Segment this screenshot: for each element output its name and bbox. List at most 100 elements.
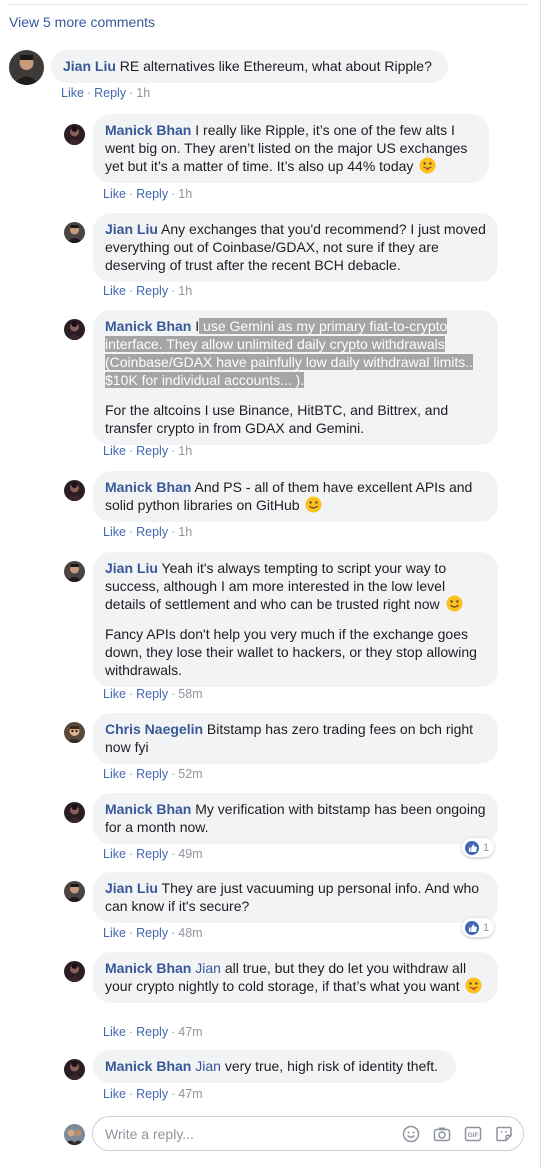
reply-link[interactable]: Reply	[136, 926, 168, 940]
comment-bubble: Jian Liu RE alternatives like Ethereum, …	[51, 50, 448, 83]
comment-timestamp[interactable]: 47m	[178, 1087, 202, 1101]
comment-actions: Like · Reply · 1h	[103, 525, 193, 539]
reaction-count: 1	[483, 842, 490, 854]
avatar[interactable]	[64, 802, 85, 823]
reply-link[interactable]: Reply	[136, 687, 168, 701]
avatar[interactable]	[64, 722, 85, 743]
comment-author[interactable]: Chris Naegelin	[105, 721, 203, 737]
like-link[interactable]: Like	[103, 1087, 126, 1101]
comment-author[interactable]: Jian Liu	[105, 880, 158, 896]
avatar[interactable]	[64, 222, 85, 243]
like-link[interactable]: Like	[103, 444, 126, 458]
comment-timestamp[interactable]: 1h	[178, 444, 192, 458]
reaction-count-badge[interactable]: 1	[462, 918, 495, 937]
like-thumb-icon	[465, 841, 479, 855]
comment-bubble: Jian Liu Yeah it's always tempting to sc…	[93, 552, 498, 687]
tongue-out-emoji-icon	[419, 157, 436, 174]
mention-link[interactable]: Jian	[195, 960, 221, 976]
comment-author[interactable]: Manick Bhan	[105, 1058, 191, 1074]
sticker-icon[interactable]	[495, 1125, 513, 1143]
comment-text: very true, high risk of identity theft.	[224, 1058, 439, 1074]
comment-bubble: Manick Bhan Jian very true, high risk of…	[93, 1050, 456, 1083]
like-link[interactable]: Like	[103, 767, 126, 781]
comment-actions: Like · Reply · 47m	[103, 1087, 203, 1101]
divider	[9, 4, 529, 5]
comment-bubble: Jian Liu Any exchanges that you'd recomm…	[93, 213, 498, 282]
current-user-avatar	[64, 1124, 85, 1145]
comment-timestamp[interactable]: 49m	[178, 847, 202, 861]
comment-author[interactable]: Manick Bhan	[105, 801, 191, 817]
comment-timestamp[interactable]: 1h	[178, 284, 192, 298]
camera-icon[interactable]	[433, 1125, 451, 1143]
comment-actions: Like · Reply · 1h	[103, 284, 193, 298]
comment-actions: Like · Reply · 1h	[103, 444, 193, 458]
gif-icon[interactable]: GIF	[464, 1125, 482, 1143]
comment-actions: Like · Reply · 47m	[103, 1025, 203, 1039]
reply-link[interactable]: Reply	[136, 847, 168, 861]
reply-link[interactable]: Reply	[136, 187, 168, 201]
comment-bubble: Manick Bhan Jian all true, but they do l…	[93, 952, 498, 1003]
comment-text: Fancy APIs don't help you very much if t…	[105, 626, 477, 678]
like-link[interactable]: Like	[103, 187, 126, 201]
comment-actions: Like · Reply · 58m	[103, 687, 203, 701]
comment-timestamp[interactable]: 48m	[178, 926, 202, 940]
avatar[interactable]	[64, 561, 85, 582]
comment-timestamp[interactable]: 1h	[178, 525, 192, 539]
comment-text: For the altcoins I use Binance, HitBTC, …	[105, 402, 449, 436]
view-more-comments-link[interactable]: View 5 more comments	[9, 14, 155, 30]
comment-text: Any exchanges that you'd recommend? I ju…	[105, 221, 486, 273]
comment-actions: Like · Reply · 48m	[103, 926, 203, 940]
reply-link[interactable]: Reply	[136, 1025, 168, 1039]
like-link[interactable]: Like	[103, 687, 126, 701]
comment-actions: Like · Reply · 52m	[103, 767, 203, 781]
like-link[interactable]: Like	[103, 926, 126, 940]
mention-link[interactable]: Jian	[195, 1058, 221, 1074]
comment-author[interactable]: Manick Bhan	[105, 479, 191, 495]
avatar[interactable]	[64, 480, 85, 501]
like-link[interactable]: Like	[103, 525, 126, 539]
avatar[interactable]	[64, 1059, 85, 1080]
avatar[interactable]	[64, 319, 85, 340]
avatar[interactable]	[64, 961, 85, 982]
comment-author[interactable]: Jian Liu	[63, 58, 116, 74]
reply-link[interactable]: Reply	[94, 86, 126, 100]
reaction-count: 1	[483, 922, 490, 934]
like-link[interactable]: Like	[103, 284, 126, 298]
tongue-out-emoji-icon	[465, 977, 482, 994]
reply-link[interactable]: Reply	[136, 284, 168, 298]
comment-author[interactable]: Jian Liu	[105, 221, 158, 237]
panel-border	[540, 0, 541, 1167]
comment-author[interactable]: Manick Bhan	[105, 318, 191, 334]
comment-bubble: Chris Naegelin Bitstamp has zero trading…	[93, 713, 498, 764]
comment-author[interactable]: Manick Bhan	[105, 122, 191, 138]
comment-author[interactable]: Manick Bhan	[105, 960, 191, 976]
comment-bubble: Manick Bhan And PS - all of them have ex…	[93, 471, 498, 522]
reaction-count-badge[interactable]: 1	[462, 838, 495, 857]
comment-bubble: Manick Bhan My verification with bitstam…	[93, 793, 498, 844]
emoji-icon[interactable]	[402, 1125, 420, 1143]
comment-timestamp[interactable]: 1h	[178, 187, 192, 201]
comment-bubble: Manick Bhan I really like Ripple, it’s o…	[93, 114, 489, 183]
avatar[interactable]	[64, 881, 85, 902]
comment-timestamp[interactable]: 52m	[178, 767, 202, 781]
reply-link[interactable]: Reply	[136, 767, 168, 781]
comment-bubble: Manick Bhan I use Gemini as my primary f…	[93, 310, 498, 445]
like-link[interactable]: Like	[103, 847, 126, 861]
comment-author[interactable]: Jian Liu	[105, 560, 158, 576]
comment-bubble: Jian Liu They are just vacuuming up pers…	[93, 872, 498, 923]
reply-link[interactable]: Reply	[136, 1087, 168, 1101]
smile-emoji-icon	[446, 595, 463, 612]
comment-timestamp[interactable]: 1h	[136, 86, 150, 100]
comment-timestamp[interactable]: 47m	[178, 1025, 202, 1039]
avatar[interactable]	[64, 124, 85, 145]
composer-toolbar: GIF	[402, 1125, 513, 1143]
like-link[interactable]: Like	[61, 86, 84, 100]
comment-timestamp[interactable]: 58m	[178, 687, 202, 701]
like-link[interactable]: Like	[103, 1025, 126, 1039]
reply-link[interactable]: Reply	[136, 525, 168, 539]
comment-text: RE alternatives like Ethereum, what abou…	[119, 58, 432, 74]
avatar[interactable]	[9, 50, 44, 85]
reply-input[interactable]: Write a reply...	[105, 1126, 194, 1142]
reply-composer[interactable]: Write a reply... GIF	[92, 1116, 524, 1151]
reply-link[interactable]: Reply	[136, 444, 168, 458]
